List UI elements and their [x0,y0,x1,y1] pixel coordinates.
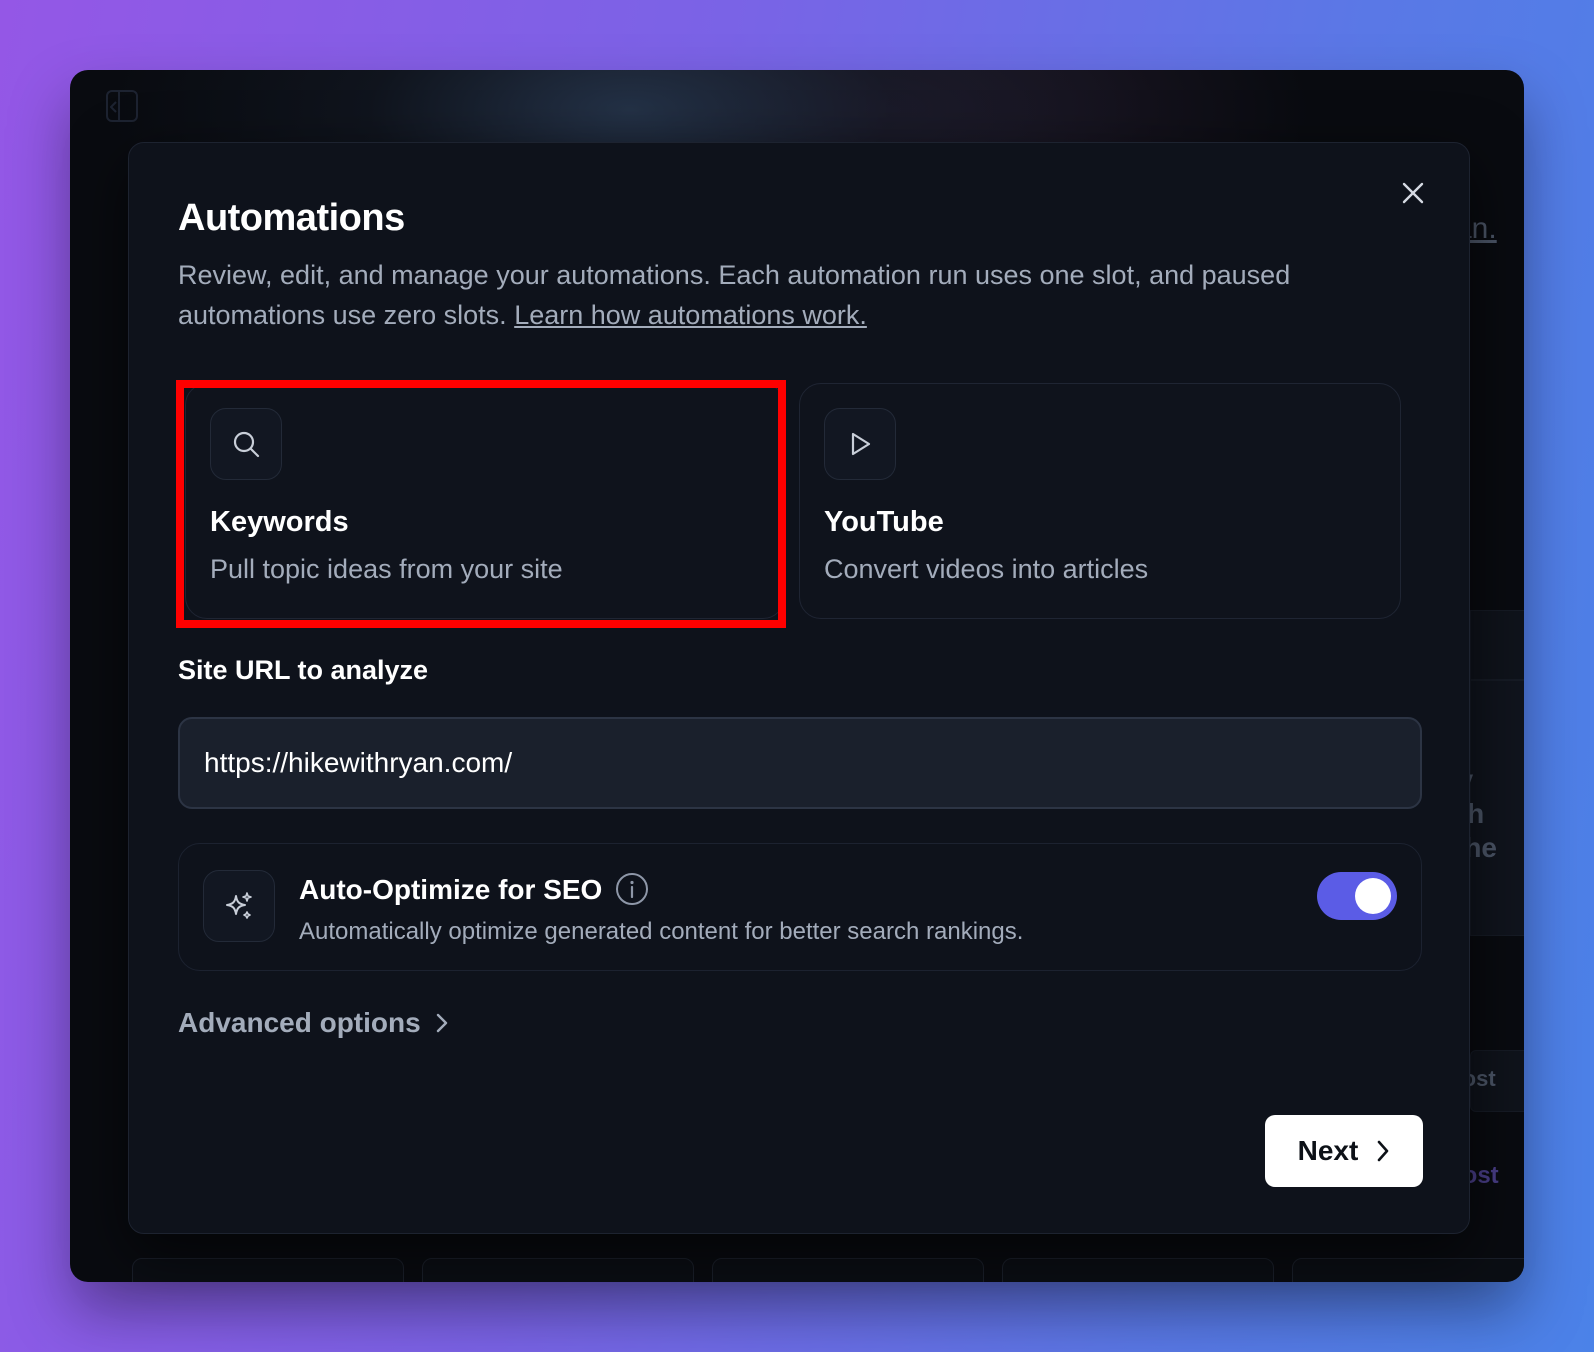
background-tile [712,1258,984,1282]
next-button[interactable]: Next [1265,1115,1423,1187]
seo-toggle[interactable] [1317,872,1397,920]
seo-option-description: Automatically optimize generated content… [299,918,1024,945]
play-icon [851,432,871,456]
seo-option-title: Auto-Optimize for SEO [299,874,603,905]
learn-more-link[interactable]: Learn how automations work. [514,300,867,330]
advanced-options-label: Advanced options [178,1007,421,1038]
keywords-icon-box [210,408,282,480]
youtube-card-title: YouTube [824,506,944,538]
seo-icon-box [203,870,275,942]
background-tile [422,1258,694,1282]
search-icon [233,431,260,458]
chevron-right-icon [1378,1140,1389,1162]
keywords-card-title: Keywords [210,506,349,538]
sparkles-icon [226,892,252,919]
background-tile [1292,1258,1524,1282]
automations-modal: Automations Review, edit, and manage you… [128,142,1470,1234]
advanced-options-toggle[interactable]: Advanced options [178,1007,449,1039]
keywords-card-subtitle: Pull topic ideas from your site [210,554,563,584]
toggle-knob [1355,878,1391,914]
background-tile [132,1258,404,1282]
chevron-right-icon [436,1013,447,1033]
seo-option: Auto-Optimize for SEO Automatically opti… [178,843,1422,971]
next-button-label: Next [1297,1135,1359,1166]
url-field-label: Site URL to analyze [178,655,429,685]
close-icon [1402,182,1424,204]
site-url-input[interactable] [178,717,1422,809]
modal-description: Review, edit, and manage your automation… [178,255,1398,335]
modal-title: Automations [178,197,405,239]
sidebar-toggle-icon[interactable] [106,90,138,122]
background-panel [1470,610,1524,680]
keywords-card[interactable]: Keywords Pull topic ideas from your site [185,383,785,619]
youtube-icon-box [824,408,896,480]
close-button[interactable] [1393,173,1433,213]
youtube-card[interactable]: YouTube Convert videos into articles [799,383,1401,619]
youtube-card-subtitle: Convert videos into articles [824,554,1149,584]
info-icon[interactable] [615,872,649,911]
background-tile [1002,1258,1274,1282]
